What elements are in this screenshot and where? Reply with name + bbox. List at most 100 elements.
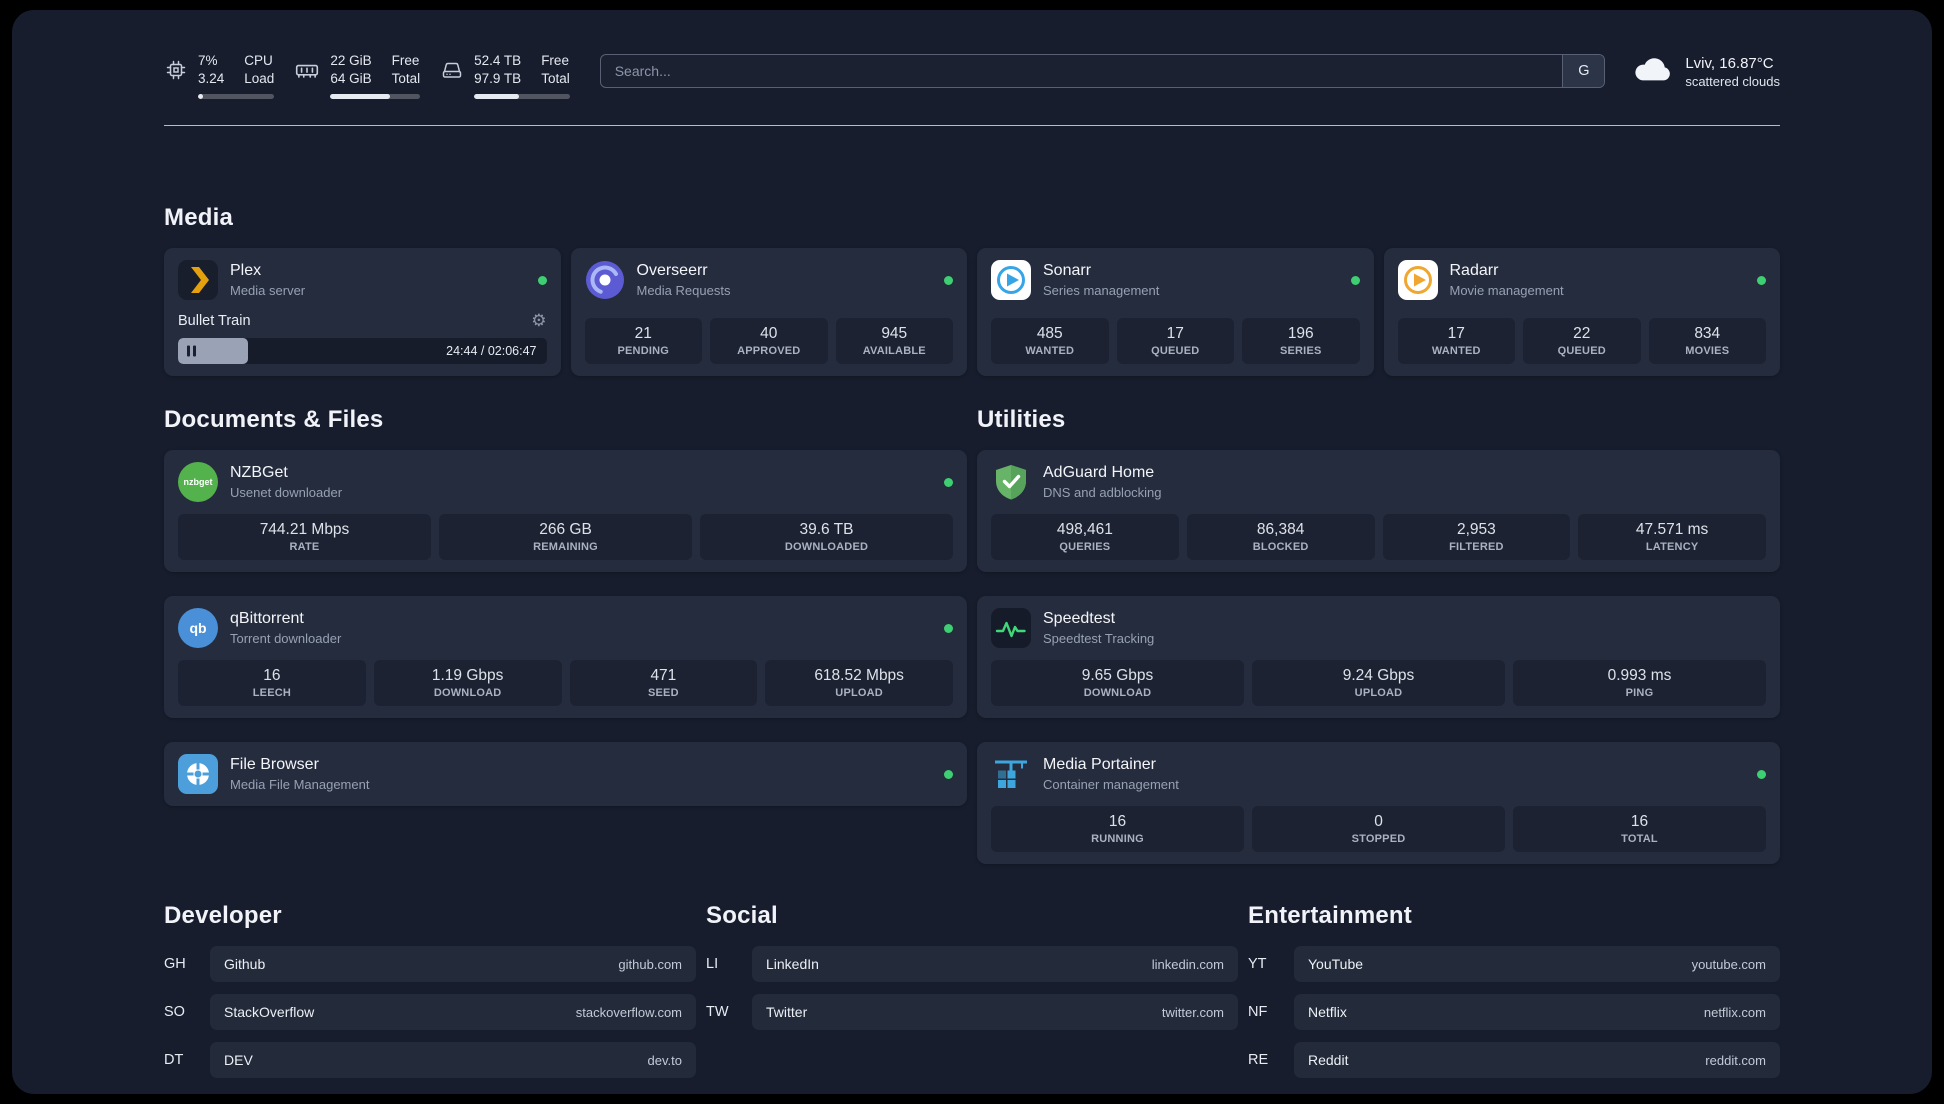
nzbget-icon: nzbget: [178, 462, 218, 502]
disk-icon: [440, 58, 464, 82]
stat-tile: 498,461 QUERIES: [991, 514, 1179, 560]
app-name: Overseerr: [636, 262, 708, 279]
plex-icon: [178, 260, 218, 300]
stat-label: DOWNLOAD: [1083, 687, 1152, 699]
stat-tile: 86,384 BLOCKED: [1186, 514, 1375, 560]
portainer-card[interactable]: Media Portainer Container management 16 …: [977, 742, 1780, 864]
ram-free-value: 22 GiB: [330, 52, 372, 68]
ram-stat: 22 GiB 64 GiB Free Total: [294, 52, 421, 100]
app-subtitle: Speedtest Tracking: [1043, 631, 1155, 646]
link-row: GH Github github.com: [164, 946, 696, 982]
stat-tile: 17 QUEUED: [1116, 318, 1234, 364]
adguard-card[interactable]: AdGuard Home DNS and adblocking 498,461 …: [977, 450, 1780, 572]
link-row: YT YouTube youtube.com: [1248, 946, 1780, 982]
stat-label: STOPPED: [1351, 833, 1406, 845]
section-title-documents: Documents & Files: [164, 406, 384, 433]
stat-tile: 0.993 ms PING: [1513, 660, 1766, 706]
stat-label: LEECH: [252, 687, 292, 699]
stat-tile: 945 AVAILABLE: [835, 318, 953, 364]
stat-label: PING: [1625, 687, 1654, 699]
link-dev[interactable]: DEV dev.to: [210, 1042, 696, 1078]
link-reddit[interactable]: Reddit reddit.com: [1294, 1042, 1780, 1078]
app-subtitle: DNS and adblocking: [1043, 485, 1162, 500]
stat-tile: 834 MOVIES: [1648, 318, 1766, 364]
media-section: Media Plex Media server Bullet Train ⚙ 2…: [164, 204, 1780, 376]
gear-icon[interactable]: ⚙: [531, 312, 546, 329]
adguard-icon: [991, 462, 1031, 502]
stat-tile: 471 SEED: [569, 660, 758, 706]
link-abbr: NF: [1248, 1004, 1268, 1020]
link-netflix[interactable]: Netflix netflix.com: [1294, 994, 1780, 1030]
weather-location: Lviv, 16.87°C: [1685, 54, 1774, 72]
stat-label: QUERIES: [1059, 541, 1111, 553]
link-abbr: SO: [164, 1004, 185, 1020]
stat-value: 498,461: [1056, 521, 1113, 538]
stat-value: 17: [1447, 325, 1465, 342]
stat-value: 2,953: [1456, 521, 1496, 538]
app-name: Radarr: [1449, 262, 1499, 279]
filebrowser-card[interactable]: File Browser Media File Management: [164, 742, 967, 806]
link-row: SO StackOverflow stackoverflow.com: [164, 994, 696, 1030]
section-title-social: Social: [706, 902, 778, 929]
disk-stat: 52.4 TB 97.9 TB Free Total: [440, 52, 570, 100]
app-name: Media Portainer: [1043, 756, 1156, 773]
link-youtube[interactable]: YouTube youtube.com: [1294, 946, 1780, 982]
section-title-utilities: Utilities: [977, 406, 1066, 433]
pause-icon[interactable]: [187, 345, 196, 357]
stat-value: 86,384: [1256, 521, 1305, 538]
radarr-card[interactable]: Radarr Movie management 17 WANTED 22 QUE…: [1383, 248, 1780, 376]
stat-value: 47.571 ms: [1635, 521, 1709, 538]
stat-label: FILTERED: [1449, 541, 1504, 553]
stat-tile: 21 PENDING: [584, 318, 702, 364]
stat-value: 485: [1036, 325, 1063, 342]
stat-label: UPLOAD: [1354, 687, 1403, 699]
speedtest-card[interactable]: Speedtest Speedtest Tracking 9.65 Gbps D…: [977, 596, 1780, 718]
link-linkedin[interactable]: LinkedIn linkedin.com: [752, 946, 1238, 982]
stat-value: 9.24 Gbps: [1342, 667, 1415, 684]
link-row: RE Reddit reddit.com: [1248, 1042, 1780, 1078]
filebrowser-icon: [178, 754, 218, 794]
now-playing-title: Bullet Train: [178, 312, 251, 329]
stat-tile: 40 APPROVED: [710, 318, 828, 364]
app-name: NZBGet: [230, 464, 288, 481]
status-dot: [944, 769, 953, 779]
stat-value: 16: [1108, 813, 1127, 830]
link-github[interactable]: Github github.com: [210, 946, 696, 982]
search-input[interactable]: [599, 53, 1606, 88]
stat-value: 0: [1374, 813, 1383, 830]
app-subtitle: Media server: [230, 283, 306, 298]
link-twitter[interactable]: Twitter twitter.com: [752, 994, 1238, 1030]
stat-label: BLOCKED: [1252, 541, 1309, 553]
weather-widget[interactable]: Lviv, 16.87°C scattered clouds: [1631, 48, 1780, 95]
stat-value: 945: [881, 325, 908, 342]
link-abbr: LI: [706, 956, 719, 972]
stat-value: 17: [1166, 325, 1184, 342]
qbittorrent-card[interactable]: qb qBittorrent Torrent downloader 16 LEE…: [164, 596, 967, 718]
link-row: LI LinkedIn linkedin.com: [706, 946, 1238, 982]
link-stackoverflow[interactable]: StackOverflow stackoverflow.com: [210, 994, 696, 1030]
disk-labels: Free Total: [541, 52, 570, 86]
cpu-icon: [164, 58, 188, 82]
cpu-percent: 7%: [198, 52, 218, 68]
system-stats: 7% 3.24 CPU Load 22 GiB 64 GiB Free Tota…: [164, 52, 570, 100]
plex-card[interactable]: Plex Media server Bullet Train ⚙ 24:44 /…: [164, 248, 561, 376]
playback-progress-bar[interactable]: 24:44 / 02:06:47: [178, 338, 547, 364]
status-dot: [944, 275, 953, 285]
stat-label: PENDING: [617, 345, 670, 357]
overseerr-card[interactable]: Overseerr Media Requests 21 PENDING 40 A…: [570, 248, 967, 376]
sonarr-card[interactable]: Sonarr Series management 485 WANTED 17 Q…: [977, 248, 1374, 376]
stat-label: RATE: [289, 541, 320, 553]
search-engine-button[interactable]: G: [1562, 54, 1605, 87]
app-name: Plex: [230, 262, 262, 279]
stat-label: DOWNLOADED: [784, 541, 869, 553]
stat-value: 22: [1573, 325, 1591, 342]
stat-value: 266 GB: [539, 521, 592, 538]
stat-label: LATENCY: [1645, 541, 1699, 553]
ram-icon: [294, 58, 320, 84]
nzbget-card[interactable]: nzbget NZBGet Usenet downloader 744.21 M…: [164, 450, 967, 572]
status-dot: [1350, 275, 1360, 285]
stat-value: 196: [1287, 325, 1314, 342]
sonarr-icon: [991, 260, 1031, 300]
disk-values: 52.4 TB 97.9 TB: [474, 52, 521, 88]
cpu-progress-bar: [198, 94, 275, 100]
